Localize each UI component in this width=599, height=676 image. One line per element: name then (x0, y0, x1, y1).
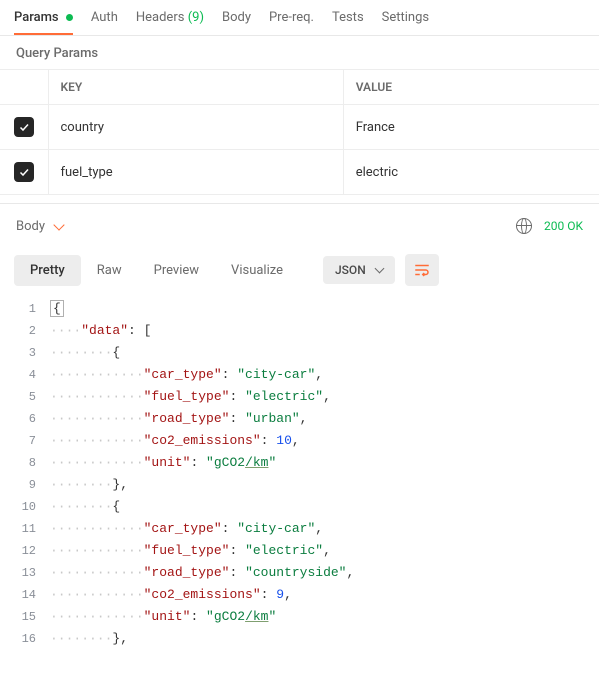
table-row: fuel_type electric (0, 150, 599, 195)
key-col-header: KEY (48, 70, 343, 105)
params-table: KEY VALUE country France fuel_type elect… (0, 69, 599, 195)
response-body-selector[interactable]: Body (16, 219, 63, 234)
tab-headers-count: (9) (188, 10, 204, 25)
tab-tests[interactable]: Tests (332, 10, 364, 35)
view-visualize[interactable]: Visualize (215, 255, 299, 286)
view-raw[interactable]: Raw (81, 255, 138, 286)
tab-settings[interactable]: Settings (382, 10, 429, 35)
format-label: JSON (335, 263, 366, 277)
tab-headers[interactable]: Headers (9) (136, 10, 204, 35)
tab-params[interactable]: Params (14, 10, 73, 35)
value-col-header: VALUE (343, 70, 599, 105)
chevron-down-icon (53, 219, 64, 230)
wrap-icon (413, 261, 431, 279)
response-bar: Body 200 OK (0, 203, 599, 246)
query-params-title: Query Params (0, 36, 599, 69)
param-key[interactable]: fuel_type (48, 150, 343, 195)
tab-auth[interactable]: Auth (91, 10, 118, 35)
tab-params-label: Params (14, 10, 59, 25)
request-tabs: Params Auth Headers (9) Body Pre-req. Te… (0, 0, 599, 36)
check-icon (18, 121, 30, 133)
response-code[interactable]: 1{2····"data": [3········{4············"… (0, 294, 599, 660)
param-value[interactable]: France (343, 105, 599, 150)
format-select[interactable]: JSON (323, 256, 395, 284)
param-key[interactable]: country (48, 105, 343, 150)
row-checkbox[interactable] (14, 117, 34, 137)
param-value[interactable]: electric (343, 150, 599, 195)
wrap-lines-button[interactable] (405, 254, 439, 286)
table-row: country France (0, 105, 599, 150)
checkbox-col-header (0, 70, 48, 105)
response-status: 200 OK (544, 219, 583, 233)
response-body-label: Body (16, 219, 45, 234)
chevron-down-icon (374, 264, 384, 274)
view-pretty[interactable]: Pretty (14, 255, 81, 286)
response-view-tabs: Pretty Raw Preview Visualize JSON (0, 246, 599, 294)
row-checkbox[interactable] (14, 162, 34, 182)
tab-body[interactable]: Body (222, 10, 251, 35)
globe-icon[interactable] (516, 218, 532, 234)
view-preview[interactable]: Preview (138, 255, 215, 286)
tab-headers-label: Headers (136, 10, 185, 25)
tab-prereq[interactable]: Pre-req. (269, 10, 314, 35)
unsaved-dot-icon (66, 14, 73, 21)
check-icon (18, 166, 30, 178)
